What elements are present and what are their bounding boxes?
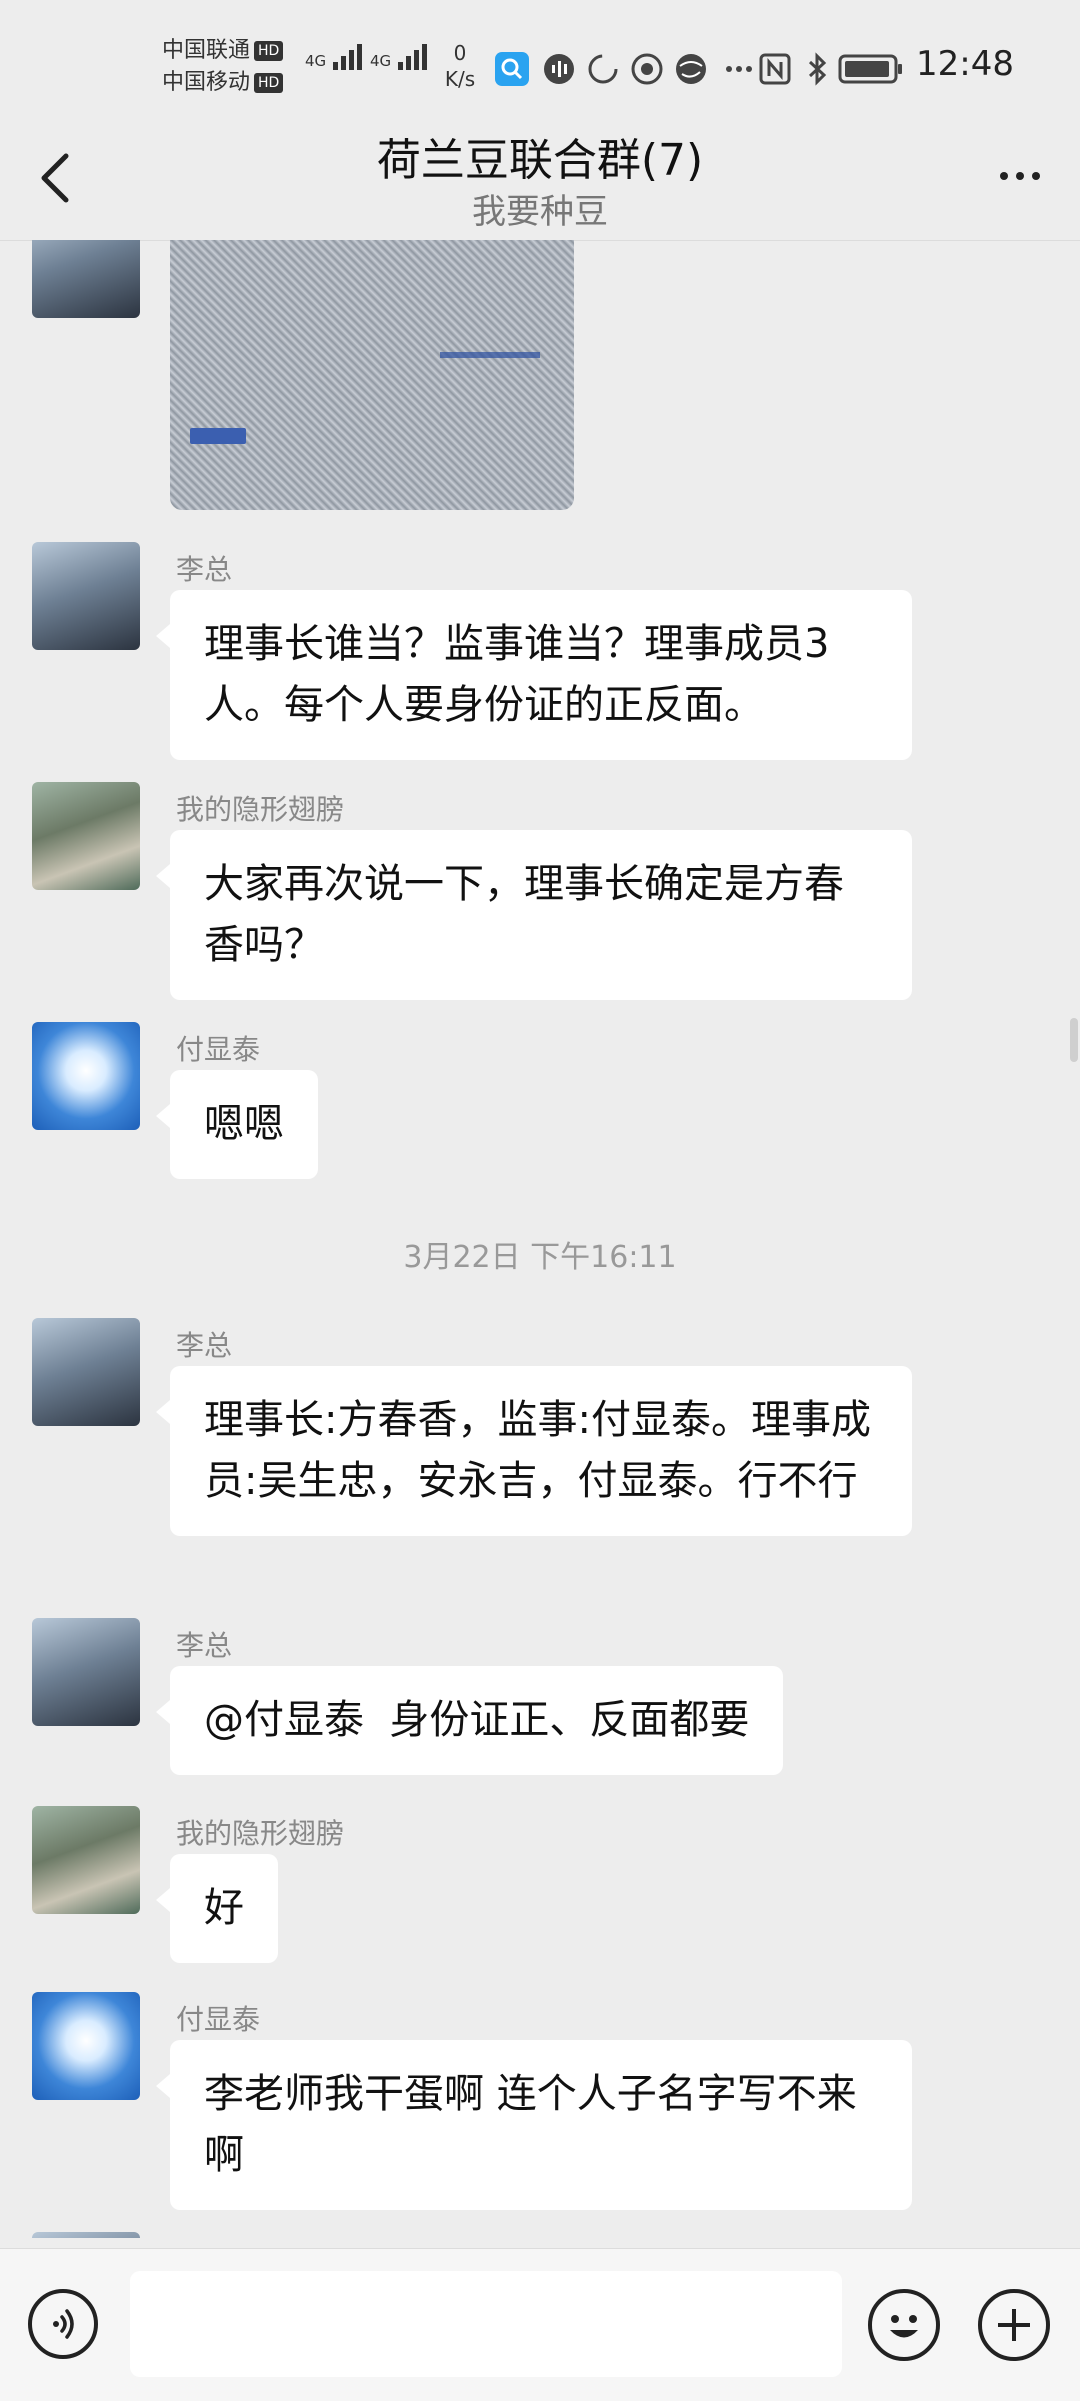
nfc-icon [759, 53, 791, 85]
sender-name: 付显泰 [176, 1033, 261, 1066]
message-bubble[interactable]: 理事长:方春香，监事:付显泰。理事成员:吴生忠，安永吉，付显泰。行不行 [156, 1366, 912, 1536]
photo-detail [440, 352, 540, 358]
avatar[interactable] [32, 1022, 140, 1130]
more-dots-icon[interactable] [996, 156, 1056, 196]
image-message[interactable] [170, 240, 574, 510]
message-list[interactable]: 李总 理事长谁当？监事谁当？理事成员3人。每个人要身份证的正反面。 我的隐形翅膀… [0, 240, 1080, 2238]
signal-2: 4G [370, 44, 430, 70]
message-bubble[interactable]: 好 [156, 1854, 278, 1963]
time-divider: 3月22日 下午16:11 [403, 1240, 677, 1275]
loading-icon [588, 54, 618, 84]
network-speed: 0 K/s [440, 40, 480, 92]
globe-icon [676, 54, 706, 84]
sender-name: 付显泰 [176, 2003, 261, 2036]
message-bubble[interactable]: 理事长谁当？监事谁当？理事成员3人。每个人要身份证的正反面。 [156, 590, 912, 760]
sender-name: 我的隐形翅膀 [176, 793, 345, 826]
speed-value: 0 [453, 41, 467, 65]
signal-1: 4G [305, 44, 365, 70]
network-type-2: 4G [370, 52, 392, 70]
chat-title: 荷兰豆联合群(7) [376, 135, 704, 186]
carrier-2-label: 中国移动 [162, 70, 251, 95]
carrier-2: 中国移动 HD [162, 68, 284, 98]
avatar[interactable] [32, 1992, 140, 2100]
message-bubble[interactable]: @付显泰 身份证正、反面都要 [155, 1666, 784, 1775]
sender-name: 李总 [176, 553, 233, 586]
sender-name: 李总 [176, 2236, 232, 2238]
audio-icon [544, 54, 574, 84]
more-notifications-icon [726, 66, 752, 72]
photo-detail [190, 428, 246, 444]
hd-badge: HD [254, 73, 284, 93]
avatar[interactable] [32, 542, 140, 650]
search-app-icon [495, 52, 529, 86]
chat-header: 荷兰豆联合群(7) 我要种豆 [0, 118, 1080, 241]
input-bar [0, 2248, 1080, 2401]
bluetooth-icon [808, 52, 827, 86]
sender-name: 我的隐形翅膀 [176, 1817, 345, 1850]
avatar[interactable] [32, 1806, 140, 1914]
plus-icon[interactable] [978, 2289, 1050, 2361]
message-bubble[interactable]: 嗯嗯 [156, 1070, 318, 1179]
signal-bars-icon [332, 44, 365, 70]
sender-name: 李总 [176, 1329, 233, 1362]
avatar[interactable] [32, 1318, 140, 1426]
voice-icon[interactable] [28, 2289, 98, 2359]
speed-unit: K/s [444, 67, 476, 91]
carrier-1-label: 中国联通 [162, 38, 251, 63]
battery-icon [838, 54, 902, 84]
chat-subtitle: 我要种豆 [472, 192, 608, 232]
browser-icon [631, 53, 663, 85]
avatar[interactable] [32, 2232, 140, 2238]
network-type-1: 4G [305, 52, 327, 70]
status-bar: 中国联通 HD 中国移动 HD 4G 4G 0 K/s 12:48 [0, 0, 1080, 135]
carrier-1: 中国联通 HD [162, 36, 284, 66]
signal-bars-icon [397, 44, 430, 70]
emoji-icon[interactable] [868, 2289, 940, 2361]
avatar[interactable] [32, 782, 140, 890]
hd-badge: HD [254, 41, 284, 61]
avatar[interactable] [32, 240, 140, 318]
scrollbar[interactable] [1070, 1018, 1078, 1062]
clock: 12:48 [916, 44, 1014, 84]
message-bubble[interactable]: 李老师我干蛋啊 连个人子名字写不来啊 [156, 2040, 912, 2210]
sender-name: 李总 [176, 1629, 233, 1662]
message-input[interactable] [130, 2271, 842, 2377]
avatar[interactable] [32, 1618, 140, 1726]
message-bubble[interactable]: 大家再次说一下，理事长确定是方春香吗？ [156, 830, 912, 1000]
